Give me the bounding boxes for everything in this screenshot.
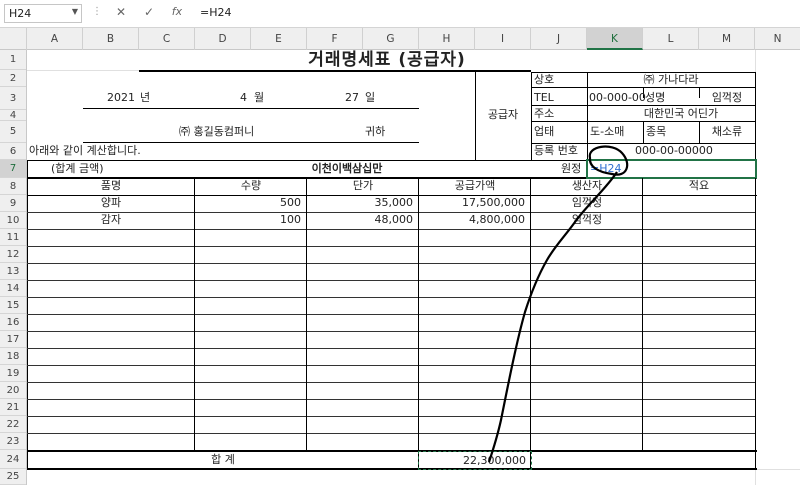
- column-header[interactable]: J: [531, 28, 587, 50]
- row-header[interactable]: 4: [0, 110, 26, 121]
- column-header[interactable]: D: [195, 28, 251, 50]
- select-all-corner[interactable]: [0, 28, 27, 50]
- hand-drawn-arrow: [487, 145, 629, 463]
- row-header[interactable]: 6: [0, 143, 26, 160]
- row-header[interactable]: 3: [0, 87, 26, 110]
- row-header[interactable]: 1: [0, 50, 26, 70]
- formula-bar: H24 ▼ ⋮ ✕ ✓ fx =H24: [0, 0, 800, 28]
- row-header[interactable]: 12: [0, 246, 26, 263]
- row-header[interactable]: 23: [0, 433, 26, 450]
- column-header[interactable]: N: [755, 28, 800, 50]
- row-header[interactable]: 11: [0, 229, 26, 246]
- column-header[interactable]: G: [363, 28, 419, 50]
- column-header[interactable]: L: [643, 28, 699, 50]
- row-header-selected[interactable]: 7: [0, 160, 26, 178]
- column-header[interactable]: M: [699, 28, 755, 50]
- row-header[interactable]: 21: [0, 399, 26, 416]
- more-icon: ⋮: [92, 6, 102, 17]
- row-headers: 1 2 3 4 5 6 7 8 9 10 11 12 13 14 15 16 1…: [0, 50, 27, 485]
- row-header[interactable]: 5: [0, 121, 26, 143]
- row-header[interactable]: 13: [0, 263, 26, 280]
- row-header[interactable]: 18: [0, 348, 26, 365]
- row-header[interactable]: 14: [0, 280, 26, 297]
- insert-function-button[interactable]: fx: [168, 5, 186, 18]
- row-header[interactable]: 25: [0, 469, 26, 485]
- column-header[interactable]: H: [419, 28, 475, 50]
- formula-input[interactable]: =H24: [200, 6, 232, 19]
- cancel-icon[interactable]: ✕: [112, 5, 130, 19]
- row-header[interactable]: 24: [0, 450, 26, 469]
- row-header[interactable]: 10: [0, 212, 26, 229]
- name-box-value: H24: [9, 7, 32, 20]
- row-header[interactable]: 16: [0, 314, 26, 331]
- row-header[interactable]: 2: [0, 70, 26, 87]
- column-header[interactable]: F: [307, 28, 363, 50]
- column-header[interactable]: E: [251, 28, 307, 50]
- row-header[interactable]: 15: [0, 297, 26, 314]
- column-headers: A B C D E F G H I J K L M N: [0, 28, 800, 50]
- row-header[interactable]: 9: [0, 195, 26, 212]
- column-header[interactable]: I: [475, 28, 531, 50]
- chevron-down-icon[interactable]: ▼: [72, 7, 78, 16]
- check-icon[interactable]: ✓: [140, 5, 158, 19]
- column-header-selected[interactable]: K: [587, 28, 643, 50]
- row-header[interactable]: 17: [0, 331, 26, 348]
- column-header[interactable]: C: [139, 28, 195, 50]
- column-header[interactable]: A: [27, 28, 83, 50]
- row-header[interactable]: 22: [0, 416, 26, 433]
- column-header[interactable]: B: [83, 28, 139, 50]
- row-header[interactable]: 19: [0, 365, 26, 382]
- worksheet-grid[interactable]: 거래명세표 (공급자) 2021 년 4 월 27 일 ㈜ 홍길동컴퍼니 귀하 …: [27, 50, 800, 485]
- name-box[interactable]: H24 ▼: [4, 4, 82, 23]
- row-header[interactable]: 20: [0, 382, 26, 399]
- row-header[interactable]: 8: [0, 178, 26, 195]
